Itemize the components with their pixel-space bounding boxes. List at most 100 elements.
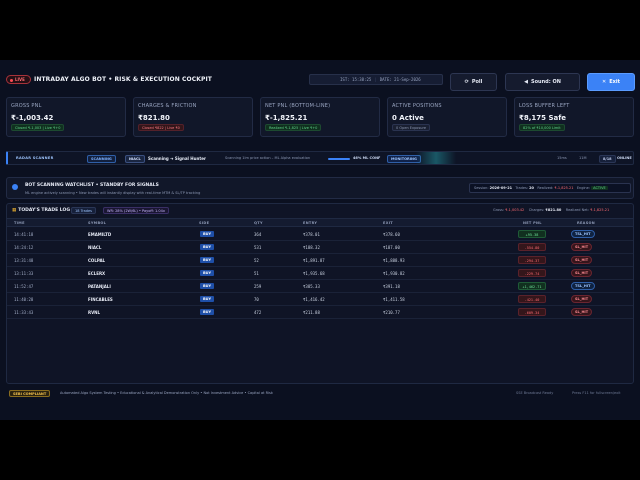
trade-entry: ₹1,935.68 (303, 271, 325, 276)
net-pnl-card: NET PNL (BOTTOM-LINE) ₹-1,825.21 Realize… (260, 97, 380, 137)
net-pnl-badge: -554.80 (518, 243, 546, 251)
charges-value: ₹821.80 (545, 208, 562, 212)
column-header-entry[interactable]: ENTRY (303, 221, 317, 225)
trade-qty: 52 (254, 258, 259, 263)
trade-exit: ₹1,930.82 (383, 271, 405, 276)
trade-symbol: EMAMILTD (88, 232, 112, 237)
sse-status: SSE Broadcast Ready (516, 391, 554, 395)
scanning-symbol-badge: NIACL (125, 155, 145, 163)
trade-time: 13:31:48 (14, 258, 34, 263)
side-badge: BUY (200, 283, 215, 289)
scanner-description: Scanning 1lm price action – ML Alpha eva… (225, 156, 311, 160)
net-pnl-badge: +1,462.71 (518, 282, 546, 290)
trade-qty: 70 (254, 297, 259, 302)
trade-symbol: FINCABLES (88, 297, 113, 302)
radar-title: RADAR SCANNER (16, 156, 54, 160)
table-row[interactable]: 11:40:28 FINCABLES BUY 70 ₹1,416.42 ₹1,411.58… (7, 293, 633, 306)
card-label: GROSS PNL (11, 103, 42, 109)
table-row[interactable]: 14:24:12 NIACL BUY 531 ₹188.32 ₹187.00 -554.80… (7, 241, 633, 254)
trade-exit: ₹210.77 (383, 310, 400, 315)
ist-time: IST: 15:38:25 (340, 77, 372, 82)
trade-count-badge: 18 Trades (71, 207, 96, 214)
trade-time: 11:52:47 (14, 284, 34, 289)
trade-exit: ₹1,411.58 (383, 297, 405, 302)
trade-exit: ₹378.60 (383, 232, 400, 237)
table-row[interactable]: 13:31:48 COLPAL BUY 52 ₹1,891.87 ₹1,888.93 -29… (7, 254, 633, 267)
column-header-qty[interactable]: QTY (254, 221, 263, 225)
loss-buffer-card: LOSS BUFFER LEFT ₹8,175 Safe 82% of ₹10,… (514, 97, 634, 137)
card-subtext: Closed ₹822 | Live ₹0 (138, 124, 184, 131)
exit-reason-badge: SL_HIT (571, 308, 593, 316)
volume-readout: 11M (579, 156, 587, 160)
trade-qty: 531 (254, 245, 262, 250)
radar-scanner-bar: RADAR SCANNER SCANNING NIACL Scanning ➔ … (6, 151, 634, 165)
session-label: Session: (474, 186, 489, 190)
side-badge: BUY (200, 244, 215, 250)
gross-pnl-card: GROSS PNL ₹-1,003.42 Closed ₹-1,003 | Li… (6, 97, 126, 137)
table-row[interactable]: 11:33:43 RVNL BUY 472 ₹211.88 ₹210.77 -609.34 S… (7, 306, 633, 319)
table-row[interactable]: 11:52:47 PATANJALI BUY 259 ₹385.33 ₹391.18 +1,… (7, 280, 633, 293)
scanner-pulse (416, 152, 456, 164)
column-header-net-pnl[interactable]: NET PNL (523, 221, 542, 225)
net-pnl-badge: +95.38 (518, 230, 546, 238)
trade-log-summary: Gross: ₹-1,003.42 Charges: ₹821.80 Reali… (493, 208, 609, 212)
exit-reason-badge: TSL_HIT (571, 230, 595, 238)
table-row[interactable]: 13:11:33 ECLERX BUY 51 ₹1,935.68 ₹1,930.82 -22… (7, 267, 633, 280)
winrate-badge: WR: 28% (2W/6L) • Payoff: 1.04x (103, 207, 169, 214)
trade-time: 14:41:18 (14, 232, 34, 237)
card-label: NET PNL (BOTTOM-LINE) (265, 103, 331, 109)
table-row[interactable]: 14:41:18 EMAMILTD BUY 364 ₹378.01 ₹378.60 +95.… (7, 228, 633, 241)
side-badge: BUY (200, 231, 215, 237)
online-status: ONLINE (617, 156, 632, 160)
live-badge: LIVE (6, 75, 31, 84)
column-header-exit[interactable]: EXIT (383, 221, 393, 225)
trades-value: 20 (529, 186, 534, 190)
trade-symbol: ECLERX (88, 271, 106, 276)
trade-time: 13:11:33 (14, 271, 34, 276)
side-badge: BUY (200, 270, 215, 276)
poll-button[interactable]: ⟳ Poll (450, 73, 497, 91)
trade-qty: 259 (254, 284, 262, 289)
live-dot-icon (10, 78, 13, 82)
watchlist-description: ML engine actively scanning • New trades… (25, 191, 201, 195)
sound-toggle-button[interactable]: ◀ Sound: ON (505, 73, 580, 91)
card-label: LOSS BUFFER LEFT (519, 103, 570, 109)
column-header-time[interactable]: TIME (14, 221, 25, 225)
footer-bar: SEBI COMPLIANT Automated Algo System Tes… (6, 389, 634, 399)
trades-label: Trades: (515, 186, 528, 190)
scanner-flow-label: Scanning ➔ Signal Hunter (148, 156, 206, 161)
log-icon: ▦ (12, 208, 17, 213)
trade-entry: ₹385.33 (303, 284, 320, 289)
trade-exit: ₹1,888.93 (383, 258, 405, 263)
column-header-reason[interactable]: REASON (577, 221, 595, 225)
exit-button[interactable]: ✕ Exit (587, 73, 635, 91)
column-header-symbol[interactable]: SYMBOL (88, 221, 106, 225)
trade-time: 14:24:12 (14, 245, 34, 250)
trade-log-title-text: TODAY'S TRADE LOG (18, 208, 71, 213)
header-bar: LIVE INTRADAY ALGO BOT • RISK & EXECUTIO… (0, 69, 640, 95)
net-pnl-badge: -609.34 (518, 308, 546, 316)
speaker-icon: ◀ (524, 79, 528, 85)
net-pnl-badge: -294.37 (518, 256, 546, 264)
trade-qty: 51 (254, 271, 259, 276)
fullscreen-hint: Press F11 for fullscreen/exit (572, 391, 621, 395)
charges-label: Charges: (528, 208, 545, 212)
trade-time: 11:40:28 (14, 297, 34, 302)
trade-entry: ₹1,416.42 (303, 297, 325, 302)
kpi-cards: GROSS PNL ₹-1,003.42 Closed ₹-1,003 | Li… (6, 97, 634, 137)
column-header-side[interactable]: SIDE (199, 221, 209, 225)
gross-label: Gross: (493, 208, 505, 212)
realized-value: ₹-1,825.21 (554, 186, 574, 190)
side-badge: BUY (200, 296, 215, 302)
trade-entry: ₹188.32 (303, 245, 320, 250)
trade-exit: ₹391.18 (383, 284, 400, 289)
refresh-icon: ⟳ (464, 79, 469, 85)
card-subtext: 0 Open Exposure (392, 124, 431, 131)
trade-symbol: PATANJALI (88, 284, 111, 289)
net-value: ₹-1,825.21 (590, 208, 610, 212)
exit-button-label: Exit (609, 79, 620, 85)
card-value: ₹8,175 Safe (519, 114, 567, 122)
card-subtext: Closed ₹-1,003 | Live ₹+0 (11, 124, 65, 131)
clock-display: IST: 15:38:25 | DATE: 21-Sep-2026 (309, 74, 443, 85)
card-subtext: Realized ₹-1,825 | Live ₹+0 (265, 124, 322, 131)
